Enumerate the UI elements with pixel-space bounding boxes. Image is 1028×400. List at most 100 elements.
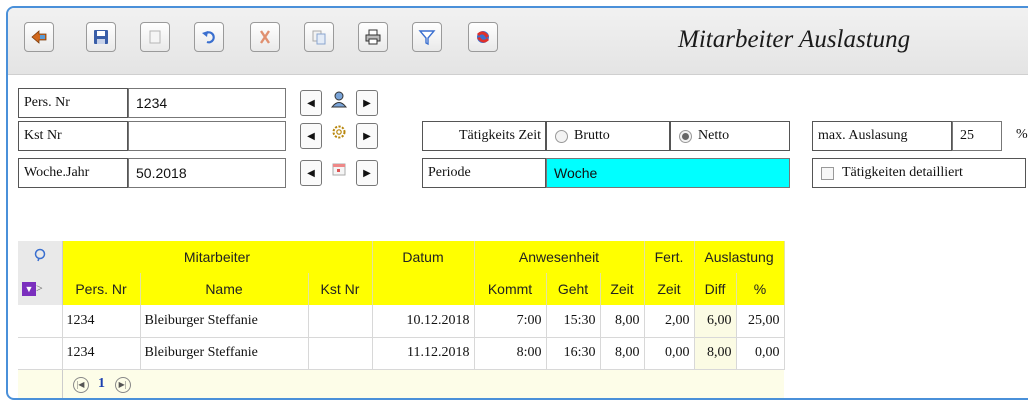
cell-diff: 6,00: [694, 305, 737, 338]
caret-right-icon: ▶: [363, 167, 371, 179]
search-toggle-button[interactable]: [18, 241, 63, 273]
cell-kommt: 8:00: [474, 337, 547, 370]
filter-icon: [418, 30, 436, 46]
caret-left-icon: ◀: [307, 167, 315, 179]
copy-button[interactable]: [304, 22, 334, 52]
group-header-fert: Fert.: [644, 241, 695, 273]
table-row[interactable]: 1234 Bleiburger Steffanie 11.12.2018 8:0…: [18, 337, 785, 370]
woche-next-button[interactable]: ▶: [356, 160, 378, 186]
woche-jahr-input[interactable]: 50.2018: [128, 158, 286, 188]
table-row[interactable]: 1234 Bleiburger Steffanie 10.12.2018 7:0…: [18, 305, 785, 338]
col-header-fert-zeit[interactable]: Zeit: [644, 273, 695, 305]
new-document-icon: [149, 30, 161, 44]
pers-nr-label: Pers. Nr: [18, 88, 128, 118]
delete-icon: [260, 30, 270, 44]
cell-percent: 0,00: [736, 337, 785, 370]
netto-label: Netto: [698, 128, 730, 143]
save-disk-icon: [94, 30, 108, 44]
select-dropdown-icon: ▼: [22, 282, 36, 296]
save-button[interactable]: [86, 22, 116, 52]
caret-left-icon: ◀: [307, 97, 315, 109]
brutto-label: Brutto: [574, 128, 610, 143]
pers-nr-next-button[interactable]: ▶: [356, 90, 378, 116]
filter-button[interactable]: [412, 22, 442, 52]
person-icon: [330, 91, 348, 108]
col-header-name[interactable]: Name: [140, 273, 309, 305]
search-bubble-icon: [34, 248, 45, 261]
max-auslastung-input[interactable]: 25: [952, 121, 1002, 151]
max-auslastung-label: max. Auslasung: [812, 121, 952, 151]
netto-radio[interactable]: Netto: [670, 121, 790, 151]
current-page[interactable]: 1: [98, 376, 105, 391]
periode-select[interactable]: Woche: [546, 158, 790, 188]
person-search-button[interactable]: [328, 88, 350, 110]
cell-kommt: 7:00: [474, 305, 547, 338]
cell-diff: 8,00: [694, 337, 737, 370]
pager-spacer: [18, 369, 63, 398]
refresh-icon: [477, 31, 489, 43]
results-grid: Mitarbeiter Datum Anwesenheit Fert. Ausl…: [18, 241, 785, 398]
undo-button[interactable]: [194, 22, 224, 52]
cell-zeit: 8,00: [600, 337, 645, 370]
kst-nr-label: Kst Nr: [18, 121, 128, 151]
woche-prev-button[interactable]: ◀: [300, 160, 322, 186]
main-window: Mitarbeiter Auslastung Pers. Nr 1234 ◀ ▶…: [6, 6, 1028, 400]
kst-settings-button[interactable]: [328, 121, 350, 143]
group-header-anwesenheit: Anwesenheit: [474, 241, 645, 273]
pager: |◀ 1 ▶|: [62, 369, 784, 398]
cell-kst-nr: [308, 305, 373, 338]
delete-button[interactable]: [250, 22, 280, 52]
periode-label: Periode: [422, 158, 546, 188]
taetigkeiten-detailliert-label: Tätigkeiten detailliert: [842, 165, 963, 180]
cell-name: Bleiburger Steffanie: [140, 337, 309, 370]
cell-fert-zeit: 0,00: [644, 337, 695, 370]
radio-off-icon: [555, 129, 568, 143]
kst-nr-next-button[interactable]: ▶: [356, 123, 378, 149]
col-header-diff[interactable]: Diff: [694, 273, 737, 305]
pers-nr-prev-button[interactable]: ◀: [300, 90, 322, 116]
percent-sign: %: [1016, 127, 1028, 142]
refresh-button[interactable]: [468, 22, 498, 52]
row-selector[interactable]: [18, 337, 63, 370]
caret-right-icon: ▶: [363, 97, 371, 109]
col-header-geht[interactable]: Geht: [546, 273, 601, 305]
kst-nr-prev-button[interactable]: ◀: [300, 123, 322, 149]
checkbox-unchecked-icon: [821, 166, 834, 180]
cell-pers-nr: 1234: [62, 337, 141, 370]
pager-row: |◀ 1 ▶|: [18, 369, 784, 398]
calendar-icon: [332, 163, 346, 176]
cell-geht: 15:30: [546, 305, 601, 338]
page-title: Mitarbeiter Auslastung: [678, 26, 911, 53]
cell-datum: 11.12.2018: [372, 337, 475, 370]
cell-percent: 25,00: [736, 305, 785, 338]
col-header-kommt[interactable]: Kommt: [474, 273, 547, 305]
radio-on-icon: [679, 129, 692, 143]
col-header-percent[interactable]: %: [736, 273, 785, 305]
pers-nr-input[interactable]: 1234: [128, 88, 286, 118]
cell-fert-zeit: 2,00: [644, 305, 695, 338]
kst-nr-input[interactable]: [128, 121, 286, 151]
row-selector-header[interactable]: ▼ >: [18, 273, 63, 305]
col-header-zeit[interactable]: Zeit: [600, 273, 645, 305]
cell-kst-nr: [308, 337, 373, 370]
print-icon: [365, 29, 381, 45]
calendar-button[interactable]: [328, 158, 350, 180]
taetigkeiten-detailliert-checkbox[interactable]: Tätigkeiten detailliert: [812, 158, 1026, 188]
col-header-datum[interactable]: [372, 273, 475, 305]
cell-geht: 16:30: [546, 337, 601, 370]
new-document-button[interactable]: [140, 22, 170, 52]
toolbar: Mitarbeiter Auslastung: [8, 8, 1028, 75]
brutto-radio[interactable]: Brutto: [546, 121, 670, 151]
group-header-mitarbeiter: Mitarbeiter: [62, 241, 373, 273]
taetigkeits-zeit-label: Tätigkeits Zeit: [422, 121, 546, 151]
caret-right-icon: ▶: [363, 130, 371, 142]
col-header-pers-nr[interactable]: Pers. Nr: [62, 273, 141, 305]
caret-left-icon: ◀: [307, 130, 315, 142]
print-button[interactable]: [358, 22, 388, 52]
cell-name: Bleiburger Steffanie: [140, 305, 309, 338]
row-selector[interactable]: [18, 305, 63, 338]
group-header-datum: Datum: [372, 241, 475, 273]
col-header-kst-nr[interactable]: Kst Nr: [308, 273, 373, 305]
copy-icon: [312, 30, 326, 45]
back-button[interactable]: [24, 22, 54, 52]
